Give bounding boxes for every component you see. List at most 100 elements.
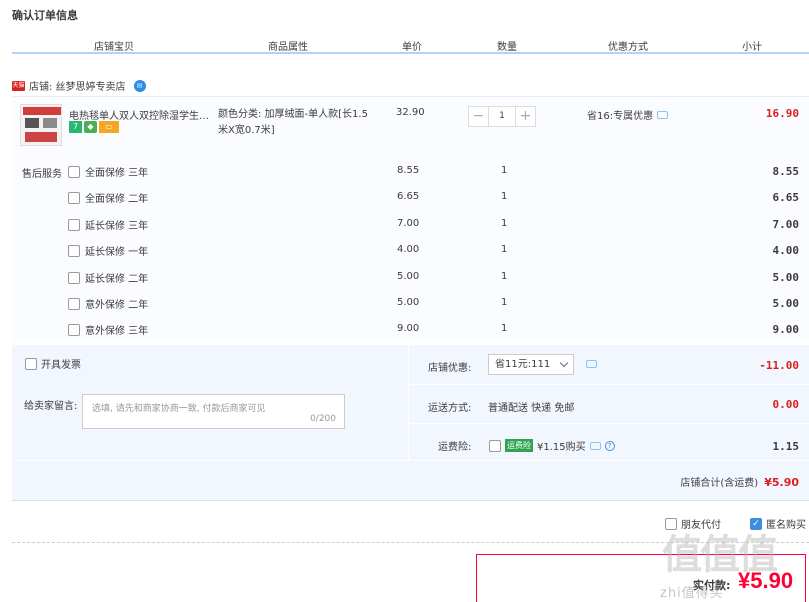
watermark-text: zhi值得买 [660,586,724,601]
help-icon[interactable]: ? [604,440,615,451]
chat-seller-icon[interactable]: ✉ [133,79,146,92]
shop-coupon-select[interactable]: 省11元:111 [488,354,574,375]
column-header-discount: 优惠方式 [608,42,648,53]
warranty-quantity: 1 [501,297,508,308]
warranty-subtotal: 6.65 [772,191,800,204]
warranty-name: 意外保修 三年 [85,326,149,337]
guarantee-icon: ◆ [84,121,97,133]
warranty-name: 延长保修 二年 [85,274,149,285]
warranty-name: 延长保修 一年 [85,247,149,258]
shipping-method: 普通配送 快递 免邮 [488,403,575,414]
warranty-option[interactable]: 意外保修 三年 [68,322,148,337]
product-subtotal: 16.90 [765,107,799,120]
warranty-option[interactable]: 延长保修 三年 [68,217,148,232]
warranty-option[interactable]: 意外保修 二年 [68,296,148,311]
shipping-amount: 0.00 [772,398,800,411]
message-char-count: 0/200 [310,414,336,424]
shop-name-link[interactable]: 店铺: 丝梦思婷专卖店 [29,78,126,93]
shipping-label: 运送方式: [428,403,472,414]
warranty-subtotal: 8.55 [772,165,800,178]
increase-quantity-button[interactable]: + [515,106,536,127]
warranty-checkbox[interactable] [68,165,80,178]
seller-message-input[interactable]: 选填, 请先和商家协商一致, 付款后商家可见 0/200 [82,394,345,429]
comment-icon[interactable] [589,441,601,450]
invoice-option[interactable]: 开具发票 [25,356,81,371]
warranty-price: 7.00 [397,218,420,229]
comment-icon[interactable] [657,110,669,119]
shop-coupon-value: 省11元:111 [495,359,551,370]
warranty-price: 6.65 [397,191,420,202]
chevron-down-icon [559,358,569,368]
invoice-checkbox[interactable] [25,357,37,370]
quantity-input[interactable]: 1 [489,106,515,127]
shop-total-label: 店铺合计(含运费) [680,478,759,489]
warranty-quantity: 1 [501,165,508,176]
warranty-name: 全面保修 二年 [85,194,149,205]
warranty-checkbox[interactable] [68,244,80,257]
shop-discount-amount: -11.00 [759,359,799,372]
product-unit-price: 32.90 [396,107,425,118]
watermark-logo: 值值值 [662,532,778,578]
warranty-price: 9.00 [397,323,420,334]
product-discount-text: 省16:专属优惠 [587,111,654,122]
warranty-option[interactable]: 全面保修 二年 [68,190,148,205]
product-name-link[interactable]: 电热毯单人双人双控除湿学生宿... [69,107,214,122]
warranty-option[interactable]: 全面保修 三年 [68,164,148,179]
warranty-price: 4.00 [397,244,420,255]
warranty-quantity: 1 [501,191,508,202]
panel-divider [408,345,409,460]
warranty-checkbox[interactable] [68,271,80,284]
message-label: 给卖家留言: [24,401,78,412]
column-header-price: 单价 [402,42,422,53]
insurance-price: ¥1.15购买 [537,442,586,453]
warranty-checkbox[interactable] [68,191,80,204]
warranty-quantity: 1 [501,271,508,282]
comment-icon[interactable] [586,360,597,371]
warranty-option[interactable]: 延长保修 二年 [68,270,148,285]
shop-total: 店铺合计(含运费) ¥5.90 [680,474,799,489]
insurance-label: 运费险: [438,442,472,453]
product-discount: 省16:专属优惠 [587,107,669,122]
page-title: 确认订单信息 [12,9,78,22]
warranty-option[interactable]: 延长保修 一年 [68,243,148,258]
warranty-subtotal: 5.00 [772,271,800,284]
warranty-subtotal: 9.00 [772,323,800,336]
product-sku: 颜色分类: 加厚绒面-单人款[长1.5米X宽0.7米] [218,109,368,136]
column-header-subtotal: 小计 [742,42,762,53]
warranty-price: 8.55 [397,165,420,176]
column-header-attributes: 商品属性 [268,42,308,53]
insurance-badge: 运费险 [505,439,533,452]
invoice-label: 开具发票 [41,360,81,371]
warranty-checkbox[interactable] [68,297,80,310]
seven-day-return-icon: 7 [69,121,82,133]
tmall-badge-icon: 天猫 [12,80,25,91]
order-table-header: 店铺宝贝 商品属性 单价 数量 优惠方式 小计 [12,38,809,54]
warranty-quantity: 1 [501,218,508,229]
warranty-subtotal: 5.00 [772,297,800,310]
warranty-subtotal: 4.00 [772,244,800,257]
warranty-price: 5.00 [397,297,420,308]
warranty-price: 5.00 [397,271,420,282]
shop-total-value: ¥5.90 [764,476,799,489]
product-thumbnail[interactable] [20,104,62,146]
warranty-name: 全面保修 三年 [85,168,149,179]
panel-divider [408,384,809,385]
warranty-quantity: 1 [501,244,508,255]
quantity-stepper: − 1 + [468,106,536,127]
credit-card-icon: ▭ [99,121,119,133]
insurance-amount: 1.15 [772,440,800,453]
after-sales-label: 售后服务 [22,169,62,180]
column-header-quantity: 数量 [497,42,517,53]
warranty-subtotal: 7.00 [772,218,800,231]
insurance-option[interactable]: 运费险 ¥1.15购买 ? [489,438,615,453]
warranty-checkbox[interactable] [68,218,80,231]
column-header-shop-item: 店铺宝贝 [94,42,134,53]
insurance-checkbox[interactable] [489,439,501,452]
warranty-name: 延长保修 三年 [85,221,149,232]
decrease-quantity-button[interactable]: − [468,106,489,127]
message-placeholder: 选填, 请先和商家协商一致, 付款后商家可见 [92,404,266,414]
warranty-quantity: 1 [501,323,508,334]
warranty-checkbox[interactable] [68,323,80,336]
product-service-badges: 7 ◆ ▭ [69,121,119,133]
panel-divider [408,423,809,424]
